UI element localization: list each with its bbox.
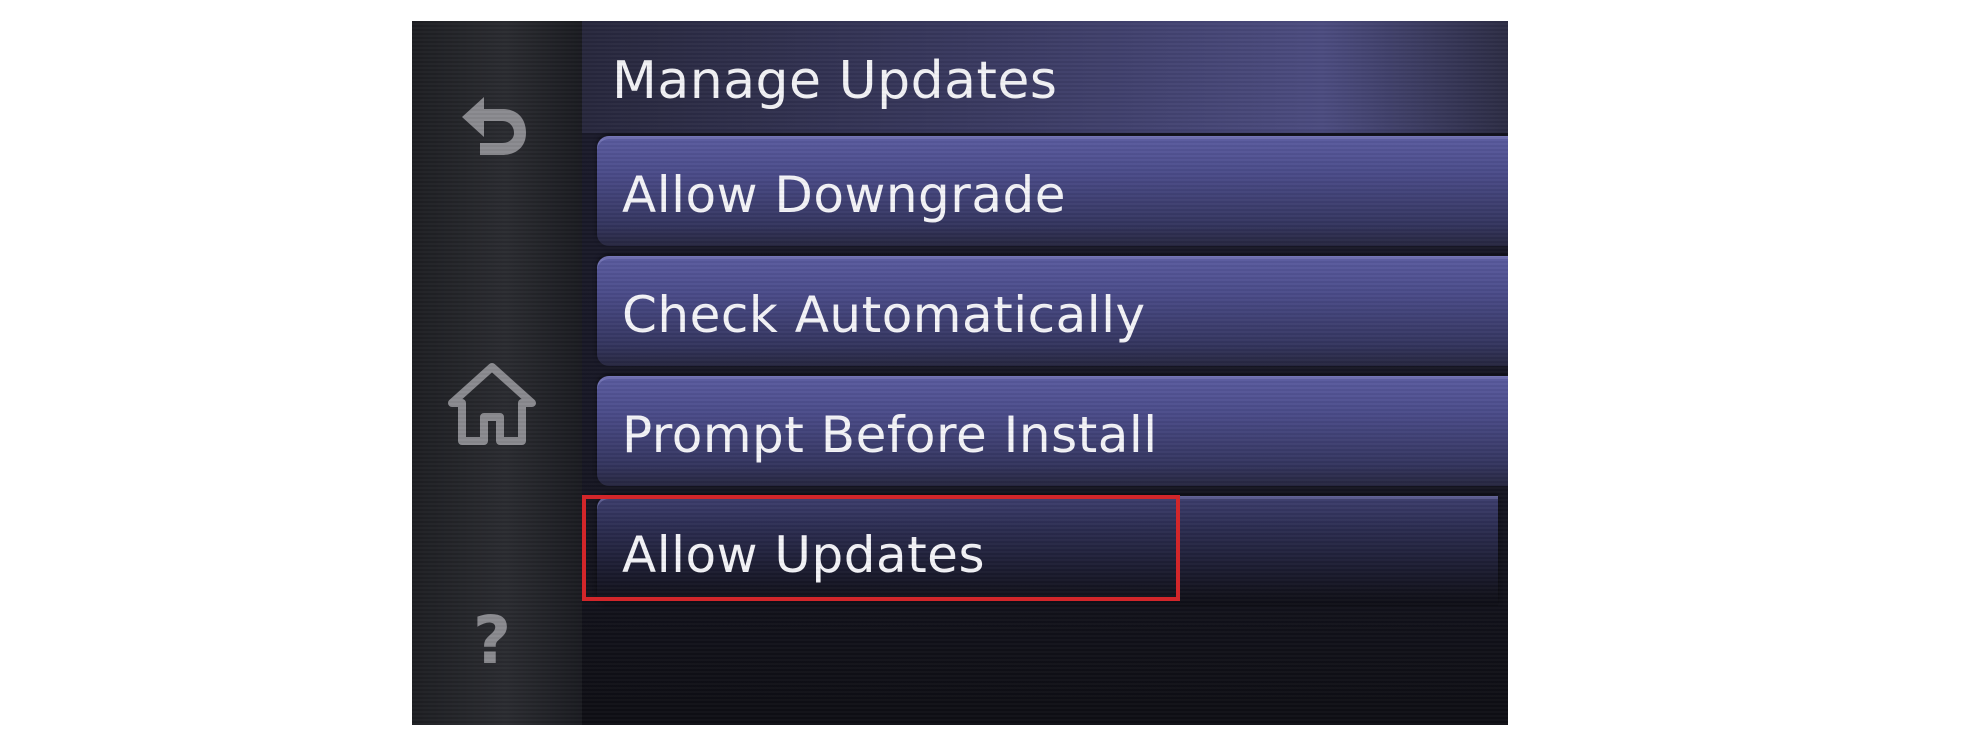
printer-control-panel: ? Manage Updates Allow Downgrade Check A… [412, 21, 1508, 725]
side-nav-panel: ? [412, 21, 582, 725]
menu-item-allow-downgrade[interactable]: Allow Downgrade [597, 136, 1508, 246]
menu-item-prompt-before-install[interactable]: Prompt Before Install [597, 376, 1508, 486]
menu-item-label: Check Automatically [622, 286, 1146, 344]
menu-item-check-automatically[interactable]: Check Automatically [597, 256, 1508, 366]
back-button[interactable] [437, 71, 547, 181]
menu-item-allow-updates[interactable]: Allow Updates [597, 496, 1498, 606]
help-icon: ? [472, 602, 512, 679]
screen-header: Manage Updates [582, 21, 1508, 133]
menu-item-label: Prompt Before Install [622, 406, 1158, 464]
menu-item-label: Allow Updates [622, 526, 985, 584]
menu-item-label: Allow Downgrade [622, 166, 1066, 224]
home-icon [448, 363, 536, 445]
menu-area: Manage Updates Allow Downgrade Check Aut… [582, 21, 1508, 725]
help-button[interactable]: ? [437, 586, 547, 696]
back-arrow-icon [462, 97, 526, 155]
page-title: Manage Updates [612, 51, 1058, 111]
home-button[interactable] [437, 348, 547, 458]
